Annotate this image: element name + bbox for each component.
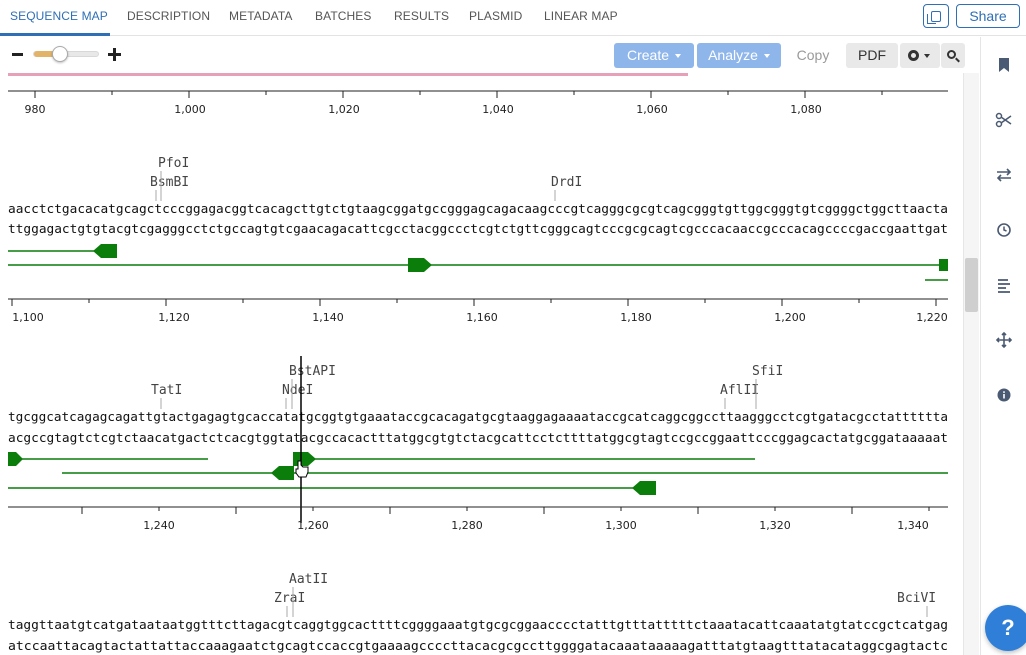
tick-label: 1,260 bbox=[297, 519, 329, 532]
enzyme-label-pfoi[interactable]: PfoI bbox=[158, 156, 189, 171]
tab-results[interactable]: RESULTS bbox=[394, 9, 449, 23]
analyze-button-label: Analyze bbox=[708, 47, 758, 63]
active-tab-indicator bbox=[0, 33, 110, 36]
tick-label: 1,120 bbox=[158, 311, 190, 324]
enzyme-label-drdi[interactable]: DrdI bbox=[551, 175, 582, 190]
sequence-map-canvas[interactable]: 980 1,000 1,020 1,040 1,060 1,080 PfoI B… bbox=[0, 73, 963, 655]
primer-bar[interactable] bbox=[8, 73, 688, 76]
tick-label: 1,020 bbox=[328, 103, 360, 116]
tick-label: 1,320 bbox=[759, 519, 791, 532]
enzyme-labels-row-2: PfoI BsmBI DrdI bbox=[150, 156, 582, 201]
tab-sequence-map[interactable]: SEQUENCE MAP bbox=[10, 9, 108, 23]
tab-metadata[interactable]: METADATA bbox=[229, 9, 292, 23]
zoom-in-icon[interactable] bbox=[108, 48, 121, 61]
share-button[interactable]: Share bbox=[956, 4, 1020, 28]
chevron-down-icon bbox=[763, 54, 770, 59]
chevron-down-icon bbox=[675, 54, 682, 59]
tick-label: 1,140 bbox=[312, 311, 344, 324]
ruler-ticks bbox=[81, 507, 930, 514]
enzyme-label-ndei[interactable]: NdeI bbox=[282, 383, 313, 398]
sequence-bottom-strand[interactable]: ttggagactgtgtacgtcgagggcctctgccagtgtcgaa… bbox=[8, 221, 948, 236]
tick-labels-row-1: 980 1,000 1,020 1,040 1,060 1,080 bbox=[25, 103, 822, 116]
create-button-label: Create bbox=[626, 47, 670, 63]
sequence-bottom-strand[interactable]: atccaattacagtactattattaccaaagaatctgcagtc… bbox=[8, 638, 948, 653]
tick-label: 1,000 bbox=[174, 103, 206, 116]
enzyme-label-aflii[interactable]: AflII bbox=[720, 383, 759, 398]
feature-arrow[interactable] bbox=[271, 466, 294, 480]
scissors-icon[interactable] bbox=[994, 110, 1014, 130]
sequence-map-view[interactable]: 980 1,000 1,020 1,040 1,060 1,080 PfoI B… bbox=[0, 73, 963, 655]
tick-label: 1,240 bbox=[143, 519, 175, 532]
tick-label: 1,180 bbox=[620, 311, 652, 324]
search-icon bbox=[947, 50, 956, 59]
enzyme-label-sfii[interactable]: SfiI bbox=[752, 364, 783, 379]
analyze-button[interactable]: Analyze bbox=[697, 43, 781, 68]
tick-label: 980 bbox=[25, 103, 46, 116]
bookmark-icon[interactable] bbox=[994, 55, 1014, 75]
tick-label: 1,060 bbox=[636, 103, 668, 116]
chevron-down-icon bbox=[924, 54, 930, 58]
feature-end[interactable] bbox=[939, 259, 948, 271]
tick-label: 1,100 bbox=[12, 311, 44, 324]
gear-icon bbox=[908, 50, 919, 61]
enzyme-label-tati[interactable]: TatI bbox=[151, 383, 182, 398]
help-button[interactable]: ? bbox=[985, 605, 1026, 651]
feature-tracks-row-2[interactable] bbox=[8, 244, 948, 281]
copy-button[interactable]: Copy bbox=[784, 43, 842, 68]
tab-bar: SEQUENCE MAP DESCRIPTION METADATA BATCHE… bbox=[0, 0, 1026, 36]
pdf-button[interactable]: PDF bbox=[846, 43, 898, 68]
feature-arrow[interactable] bbox=[408, 258, 432, 272]
swap-arrows-icon[interactable] bbox=[994, 165, 1014, 185]
tab-description[interactable]: DESCRIPTION bbox=[127, 9, 210, 23]
tab-batches[interactable]: BATCHES bbox=[315, 9, 372, 23]
feature-arrow[interactable] bbox=[93, 244, 117, 258]
zoom-out-icon[interactable] bbox=[12, 53, 23, 56]
settings-dropdown-button[interactable] bbox=[900, 43, 940, 68]
sequence-top-strand[interactable]: aacctctgacacatgcagctcccggagacggtcacagctt… bbox=[8, 201, 948, 216]
tick-label: 1,040 bbox=[482, 103, 514, 116]
move-icon[interactable] bbox=[994, 330, 1014, 350]
tick-labels-row-2: 1,100 1,120 1,140 1,160 1,180 1,200 1,22… bbox=[12, 311, 948, 324]
enzyme-label-bcivi[interactable]: BciVI bbox=[897, 591, 936, 606]
create-button[interactable]: Create bbox=[614, 43, 694, 68]
enzyme-labels-row-3: BstAPI SfiI TatI NdeI AflII bbox=[151, 364, 783, 409]
enzyme-labels-row-4: AatII ZraI BciVI bbox=[274, 572, 936, 617]
info-icon[interactable] bbox=[994, 385, 1014, 405]
sequence-scrollbar[interactable] bbox=[963, 73, 979, 655]
search-button[interactable] bbox=[941, 43, 965, 68]
scrollbar-thumb[interactable] bbox=[965, 258, 978, 312]
ruler-ticks bbox=[11, 299, 937, 306]
tick-label: 1,220 bbox=[916, 311, 948, 324]
enzyme-label-zrai[interactable]: ZraI bbox=[274, 591, 305, 606]
tick-labels-row-3: 1,240 1,260 1,280 1,300 1,320 1,340 bbox=[143, 519, 929, 532]
right-sidebar bbox=[980, 37, 1026, 655]
enzyme-label-aatii[interactable]: AatII bbox=[289, 572, 328, 587]
tick-label: 1,200 bbox=[774, 311, 806, 324]
enzyme-label-bstapi[interactable]: BstAPI bbox=[289, 364, 336, 379]
tick-label: 1,300 bbox=[605, 519, 637, 532]
enzyme-label-bsmbi[interactable]: BsmBI bbox=[150, 175, 189, 190]
tick-label: 1,280 bbox=[451, 519, 483, 532]
tick-label: 1,340 bbox=[897, 519, 929, 532]
tick-label: 1,160 bbox=[466, 311, 498, 324]
zoom-slider-handle[interactable] bbox=[52, 46, 68, 62]
feature-arrow[interactable] bbox=[632, 481, 656, 495]
sequence-top-strand[interactable]: taggttaatgtcatgataataatggtttcttagacgtcag… bbox=[8, 617, 948, 632]
sequence-toolbar: Create Analyze Copy PDF bbox=[0, 37, 980, 73]
clock-icon[interactable] bbox=[994, 220, 1014, 240]
tab-plasmid[interactable]: PLASMID bbox=[469, 9, 522, 23]
feature-arrow[interactable] bbox=[293, 452, 316, 466]
copy-link-button[interactable] bbox=[923, 4, 949, 28]
tab-linear-map[interactable]: LINEAR MAP bbox=[544, 9, 618, 23]
feature-tracks-row-3[interactable] bbox=[8, 452, 948, 495]
tick-label: 1,080 bbox=[790, 103, 822, 116]
sequence-top-strand[interactable]: tgcggcatcagagcagattgtactgagagtgcaccatatg… bbox=[8, 409, 948, 424]
ruler-ticks bbox=[34, 91, 883, 98]
align-left-icon[interactable] bbox=[994, 275, 1014, 295]
sequence-bottom-strand[interactable]: acgccgtagtctcgtctaacatgactctcacgtggtatac… bbox=[8, 430, 948, 445]
copy-link-icon bbox=[927, 11, 941, 24]
